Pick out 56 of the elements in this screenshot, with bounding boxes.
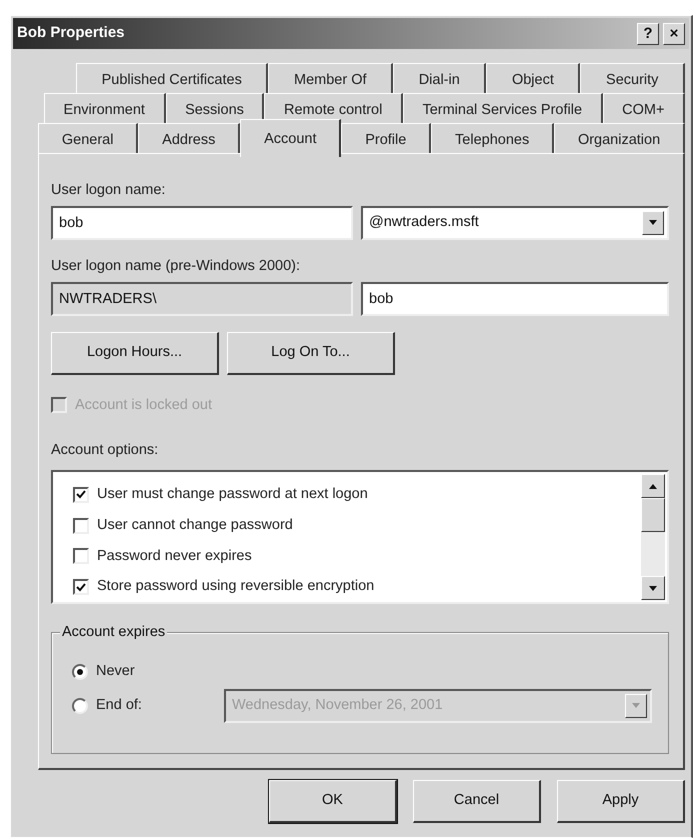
tab[interactable]: COM+ [602,93,685,123]
group-label: Account expires [60,623,168,641]
checkbox[interactable] [73,548,89,564]
down-arrow-icon [648,584,658,592]
tab[interactable]: Organization [554,123,686,153]
log-on-to-button[interactable]: Log On To... [227,332,395,374]
tab[interactable]: General [38,123,138,153]
section-label: Account options: [51,441,160,460]
scroll-up-button[interactable] [641,474,665,498]
dropdown[interactable]: @nwtraders.msft [361,206,669,240]
down-arrow-icon [631,701,641,710]
checkbox-label: User cannot change password [97,516,293,535]
checkbox[interactable] [73,486,89,503]
input-field[interactable]: bob [361,282,669,316]
scroll-down-button[interactable] [641,576,665,600]
up-arrow-icon [648,482,658,490]
checkbox-label: Account is locked out [75,396,212,414]
tab[interactable]: Security [580,63,686,93]
tab[interactable]: Object [486,63,580,93]
scroll-thumb[interactable] [641,498,665,532]
tab[interactable]: Telephones [431,123,554,153]
dialog-button[interactable]: Cancel [413,780,541,823]
dialog-button[interactable]: Apply [557,780,685,823]
checkbox-label: User must change password at next logon [97,485,368,504]
checkbox[interactable] [73,518,89,534]
input-field[interactable]: NWTRADERS\ [51,282,353,316]
down-arrow-icon [648,218,658,228]
field-label: User logon name: [51,181,166,200]
check-icon [76,582,86,592]
close-button[interactable]: × [663,22,685,44]
tab[interactable]: Published Certificates [76,63,268,93]
radio-label: Never [96,662,136,681]
tab[interactable]: Profile [341,123,432,153]
checkbox-label: Store password using reversible encryption [97,577,374,596]
tab[interactable]: Remote control [264,93,403,123]
tab[interactable]: Terminal Services Profile [402,93,603,123]
tab[interactable]: Member Of [268,63,394,93]
check-icon [76,490,86,500]
tab[interactable]: Dial-in [393,63,486,93]
checkbox-label: Password never expires [97,546,252,566]
tab[interactable]: Sessions [166,93,264,123]
dialog-button[interactable]: OK [269,780,397,823]
input-field[interactable]: bob [51,206,353,240]
radio-label: End of: [96,696,143,715]
date-picker: Wednesday, November 26, 2001 [224,688,652,723]
radio-button[interactable] [72,698,88,714]
tab[interactable]: Account [240,119,342,157]
tab[interactable]: Address [138,123,240,153]
window-title: Bob Properties [17,23,125,44]
logon-hours-button[interactable]: Logon Hours... [51,332,219,374]
checkbox[interactable] [73,579,89,596]
tab[interactable]: Environment [44,93,166,123]
help-button[interactable]: ? [637,22,659,44]
scrollbar[interactable] [641,474,665,600]
field-label: User logon name (pre-Windows 2000): [51,256,302,276]
radio-button[interactable] [72,664,88,680]
